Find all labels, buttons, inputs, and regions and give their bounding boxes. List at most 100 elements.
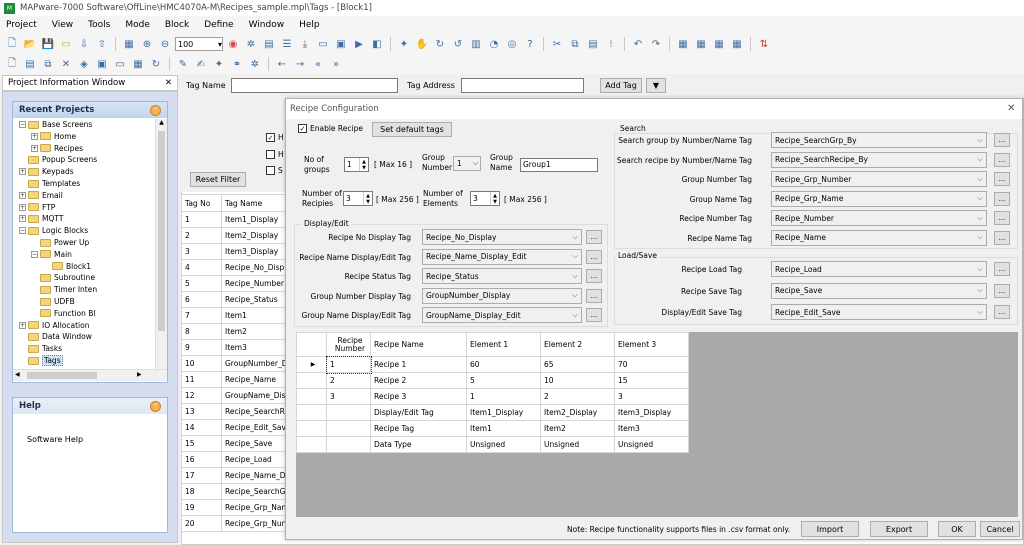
zoom-select[interactable]: 100 ▾ [175,37,223,51]
table-row[interactable]: 15 Recipe_Save [181,435,289,452]
browse-button[interactable]: ... [994,152,1010,167]
tag-name-cell[interactable]: Recipe_No_Disp [221,259,289,276]
shield-icon[interactable]: ◈ [76,56,92,72]
collapse-icon[interactable]: − [31,250,38,258]
wand-icon[interactable]: ✦ [396,36,412,52]
recipe-grid-cell[interactable]: 5 [466,372,541,389]
tag-name-cell[interactable]: Recipe_Load [221,451,289,468]
row-header[interactable] [296,404,327,421]
meter-icon[interactable]: ◔ [486,36,502,52]
expand-icon[interactable]: + [19,321,26,329]
tag-select[interactable]: Recipe_Grp_Name ⌵ [771,190,987,207]
tree-item[interactable]: Data Window [19,331,92,342]
tag-select[interactable]: GroupNumber_Display ⌵ [422,287,582,304]
no-of-groups-spinner[interactable]: 1 ▲ ▼ [344,157,369,172]
arrow-left-icon[interactable]: ← [274,56,290,72]
recipe-grid-cell[interactable]: Recipe 2 [370,372,467,389]
table-row[interactable]: 13 Recipe_SearchR [181,403,289,420]
filter-check-3[interactable]: S [266,166,283,175]
scroll-thumb[interactable] [158,131,165,331]
help-header[interactable]: Help ⌃ [13,398,167,414]
collapse-icon[interactable]: ⌃ [150,104,161,116]
browse-button[interactable]: ... [994,262,1010,276]
image-icon[interactable]: ▣ [94,56,110,72]
tag-number-cell[interactable]: 14 [181,419,222,436]
tree-item[interactable]: Popup Screens [19,154,97,165]
recipe-grid-cell[interactable]: Item1_Display [466,404,541,421]
tag-number-cell[interactable]: 9 [181,339,222,356]
gear-icon[interactable]: ✲ [243,36,259,52]
tag-number-cell[interactable]: 5 [181,275,222,292]
tree-item[interactable]: + IO Allocation [19,320,89,331]
tag-number-cell[interactable]: 1 [181,211,222,228]
hand-icon[interactable]: ✋ [414,36,430,52]
tool-icon[interactable]: ✦ [211,56,227,72]
scroll-right-icon[interactable]: ▶ [137,371,142,378]
tag-select[interactable]: Recipe_SearchRecipe_By ⌵ [771,151,987,168]
table-row[interactable]: 9 Item3 [181,339,289,356]
spinner-arrows-icon[interactable]: ▲ ▼ [359,158,368,171]
tag-name-cell[interactable]: Item3_Display [221,243,289,260]
zoom-in-icon[interactable]: ⊕ [139,36,155,52]
tag-name-cell[interactable]: Recipe_Save [221,435,289,452]
ok-button[interactable]: OK [938,521,976,537]
recipe-grid-cell[interactable]: Item1 [466,420,541,437]
recipe-grid-cell[interactable] [326,436,371,453]
tag-select[interactable]: Recipe_Number ⌵ [771,210,987,226]
filter-check-2[interactable]: H [266,150,284,159]
new-file-icon[interactable]: 🗋 [4,36,20,52]
recipe-grid-cell[interactable]: Unsigned [540,436,615,453]
tag-name-cell[interactable]: Recipe_SearchR [221,403,289,420]
redo-icon[interactable]: ↷ [648,36,664,52]
recipe-grid-cell[interactable]: 15 [614,372,689,389]
layout-b-icon[interactable]: ▦ [693,36,709,52]
tag-name-cell[interactable]: Item1 [221,307,289,324]
chart-icon[interactable]: ▥ [468,36,484,52]
tag-number-cell[interactable]: 4 [181,259,222,276]
tree-item[interactable]: + Recipes [31,143,83,154]
expand-icon[interactable]: + [19,215,26,223]
tree-item[interactable]: Templates [19,178,80,189]
checkbox-checked-icon[interactable]: ✓ [266,133,275,142]
tree-item[interactable]: Block1 [43,261,91,272]
open-folder-icon[interactable]: 📂 [22,36,38,52]
tag-name-cell[interactable]: Recipe_Grp_Nan [221,499,289,516]
recipe-grid-cell[interactable]: Recipe 1 [370,356,467,373]
browse-button[interactable]: ... [994,191,1010,206]
save-icon[interactable]: 💾 [40,36,56,52]
tag-number-cell[interactable]: 18 [181,483,222,500]
recipe-grid-cell[interactable]: Unsigned [614,436,689,453]
recipe-grid-cell[interactable]: Recipe 3 [370,388,467,405]
properties-icon[interactable]: ▦ [121,36,137,52]
table-row[interactable]: 2 Item2_Display [181,227,289,244]
tag-name-cell[interactable]: Recipe_Name_D [221,467,289,484]
tree-item[interactable]: Tags [19,355,63,366]
menu-mode[interactable]: Mode [125,20,150,30]
menu-view[interactable]: View [52,20,73,30]
tag-name-cell[interactable]: Recipe_SearchG [221,483,289,500]
tag-number-cell[interactable]: 19 [181,499,222,516]
filter-check-1[interactable]: ✓ H [266,133,284,142]
recipe-grid-cell[interactable]: Item3_Display [614,404,689,421]
zoom-out-icon[interactable]: ⊖ [157,36,173,52]
menu-tools[interactable]: Tools [88,20,110,30]
align-icon[interactable]: ☰ [279,36,295,52]
undo-icon[interactable]: ↶ [630,36,646,52]
gear-small-icon[interactable]: ✲ [247,56,263,72]
link-icon[interactable]: ⚭ [229,56,245,72]
tag-select[interactable]: Recipe_Name_Display_Edit ⌵ [422,248,582,265]
dots-grid-icon[interactable]: ⁝ [603,36,619,52]
table-row[interactable]: 6 Recipe_Status [181,291,289,308]
delete-icon[interactable]: ✕ [58,56,74,72]
recipe-grid-cell[interactable] [326,404,371,421]
row-header[interactable] [296,436,327,453]
recipe-grid-header[interactable]: Recipe Name [370,332,467,357]
monitor-icon[interactable]: ▭ [112,56,128,72]
table-row[interactable]: 1 Item1_Display [181,211,289,228]
browse-button[interactable]: ... [586,230,602,244]
folder-icon[interactable]: ▭ [58,36,74,52]
arrow-right-icon[interactable]: → [292,56,308,72]
recipe-grid-header[interactable]: Element 2 [540,332,615,357]
tag-address-input[interactable] [461,78,584,93]
tag-number-cell[interactable]: 20 [181,515,222,532]
